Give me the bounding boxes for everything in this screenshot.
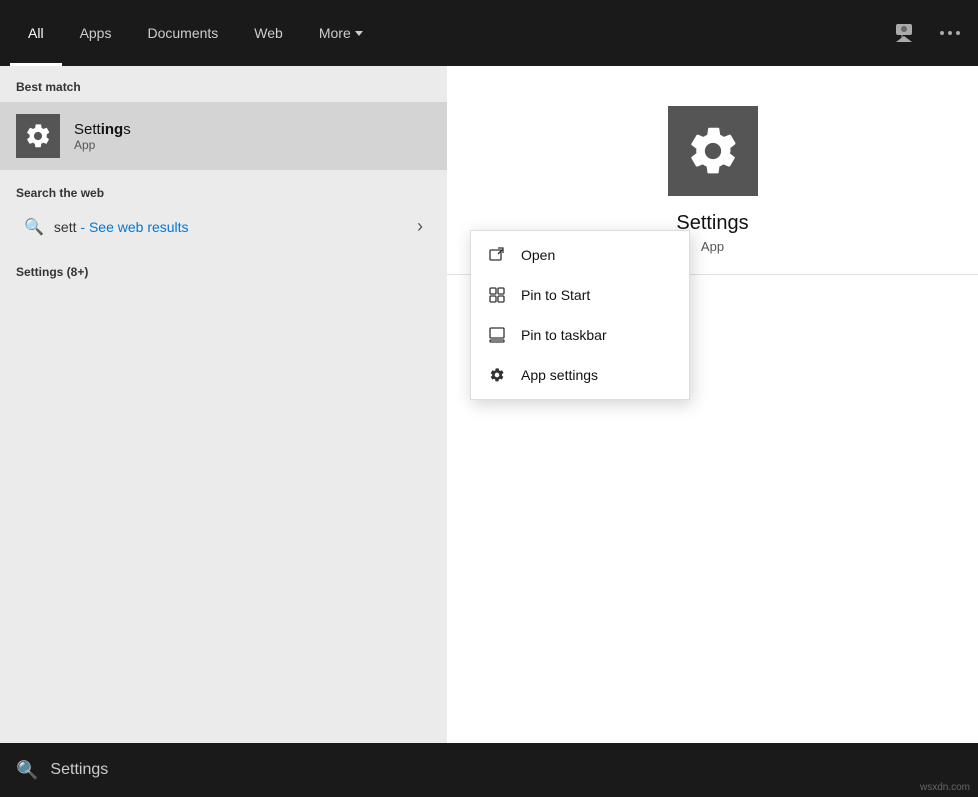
nav-tab-more[interactable]: More (301, 0, 381, 66)
person-icon-button[interactable] (886, 15, 922, 51)
nav-tab-all[interactable]: All (10, 0, 62, 66)
settings-section-label: Settings (8+) (0, 253, 447, 287)
best-match-item-type: App (74, 138, 131, 152)
nav-tab-web[interactable]: Web (236, 0, 301, 66)
open-icon (487, 245, 507, 265)
more-options-button[interactable] (932, 22, 968, 44)
nav-right (886, 15, 968, 51)
context-menu-pin-taskbar[interactable]: Pin to taskbar (471, 315, 689, 355)
pin-start-icon (487, 285, 507, 305)
bottom-search-input[interactable] (50, 761, 962, 779)
best-match-label: Best match (0, 66, 447, 102)
web-search-item[interactable]: 🔍 sett - See web results › (16, 208, 431, 245)
context-menu-pin-start[interactable]: Pin to Start (471, 275, 689, 315)
best-match-item-text: Settings App (74, 121, 131, 152)
left-panel: Best match Settings App Search the web 🔍 (0, 66, 447, 743)
nav-tab-apps[interactable]: Apps (62, 0, 130, 66)
chevron-right-icon: › (417, 216, 423, 237)
bottom-search-bar: 🔍 wsxdn.com (0, 743, 978, 797)
chevron-down-icon (355, 31, 363, 36)
right-panel: Settings App (447, 66, 978, 743)
pin-taskbar-icon (487, 325, 507, 345)
bottom-search-icon: 🔍 (16, 760, 38, 781)
app-type: App (701, 239, 724, 254)
context-menu: Open Pin to Start Pin to taskbar (470, 230, 690, 400)
web-search-section: Search the web 🔍 sett - See web results … (0, 170, 447, 253)
web-search-text: sett - See web results (54, 219, 189, 235)
search-icon: 🔍 (24, 217, 44, 237)
nav-tabs: All Apps Documents Web More (10, 0, 886, 66)
settings-icon-small (16, 114, 60, 158)
context-menu-open[interactable]: Open (471, 235, 689, 275)
web-search-label: Search the web (16, 186, 431, 200)
gear-icon (487, 365, 507, 385)
top-nav: All Apps Documents Web More (0, 0, 978, 66)
best-match-item[interactable]: Settings App (0, 102, 447, 170)
nav-tab-documents[interactable]: Documents (129, 0, 236, 66)
best-match-item-name: Settings (74, 121, 131, 138)
context-menu-app-settings[interactable]: App settings (471, 355, 689, 395)
watermark: wsxdn.com (920, 782, 970, 793)
settings-icon-large (668, 106, 758, 196)
main-content: Best match Settings App Search the web 🔍 (0, 66, 978, 743)
